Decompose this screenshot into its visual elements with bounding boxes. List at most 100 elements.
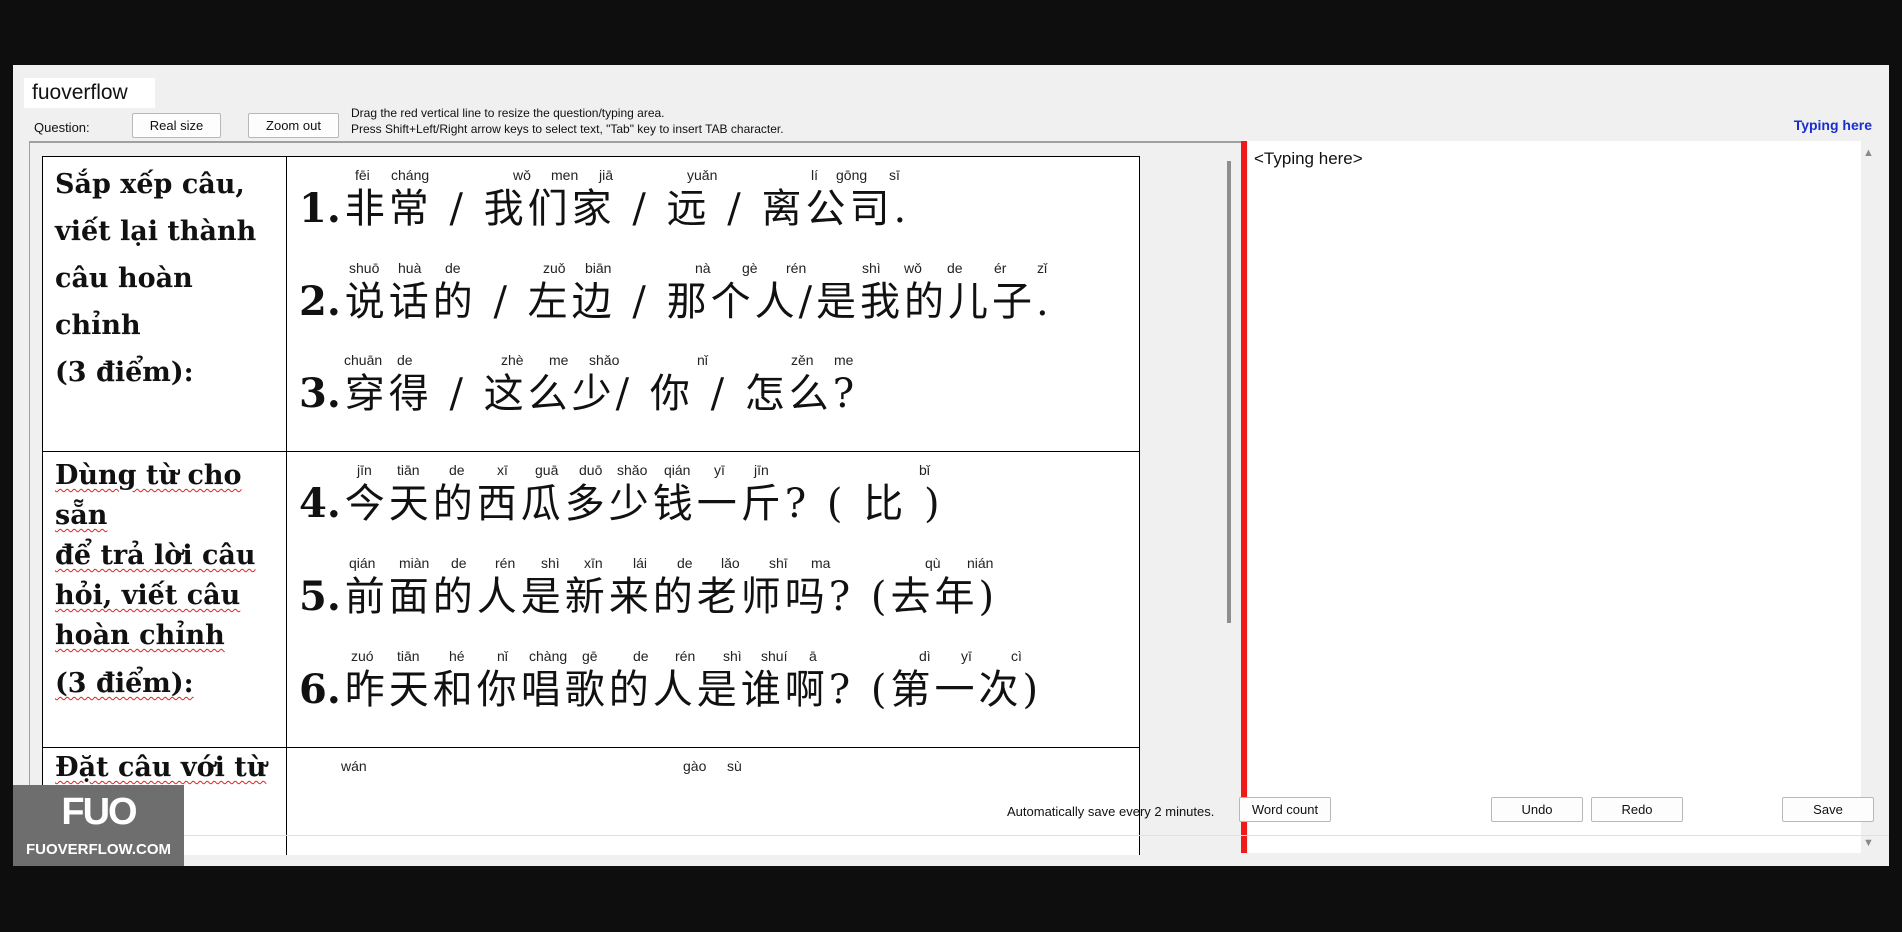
hanzi-line: 4. 今天的西瓜多少钱一斤? ( 比 ) — [299, 480, 944, 528]
hanzi-text: 说话的 / 左边 / 那个人/是我的儿子. — [344, 279, 1053, 325]
pinyin: duō — [579, 462, 603, 478]
pinyin: de — [451, 555, 467, 571]
question-item-4: jīn tiān de xī guā duō shǎo qián yī jīn … — [299, 462, 944, 528]
logo-text: FUOVERFLOW.COM — [26, 841, 171, 858]
pinyin: wǒ — [904, 260, 922, 276]
pinyin: shì — [862, 260, 881, 276]
pinyin-line: shuō huà de zuǒ biān nà gè rén shì wǒ de… — [299, 260, 1053, 278]
question-row-3: Đặt câu với từ wán gào sù — [43, 748, 1139, 855]
resize-hint: Drag the red vertical line to resize the… — [351, 105, 784, 137]
pinyin: qù — [925, 555, 941, 571]
pinyin: qián — [349, 555, 376, 571]
undo-button[interactable]: Undo — [1491, 797, 1583, 822]
pinyin: yuǎn — [687, 167, 718, 183]
typing-placeholder[interactable]: <Typing here> — [1254, 149, 1363, 169]
pinyin: nǐ — [697, 352, 708, 368]
pinyin: chuān — [344, 352, 383, 368]
pinyin: rén — [786, 260, 807, 276]
pinyin: zěn — [791, 352, 814, 368]
redo-button[interactable]: Redo — [1591, 797, 1683, 822]
exam-window: fuoverflow Question: Real size Zoom out … — [13, 65, 1889, 866]
pinyin: rén — [675, 648, 696, 664]
pinyin: fēi — [355, 167, 370, 183]
resize-divider[interactable] — [1241, 141, 1247, 853]
pinyin: qián — [664, 462, 691, 478]
item-number: 5. — [299, 573, 341, 620]
pinyin: sī — [889, 167, 900, 183]
pinyin-line: chuān de zhè me shǎo nǐ zěn me — [299, 352, 858, 370]
fuo-logo: FUO FUOVERFLOW.COM — [13, 785, 184, 866]
pinyin: bǐ — [919, 462, 930, 478]
question-scrollbar-thumb[interactable] — [1227, 161, 1231, 623]
pinyin: shì — [723, 648, 742, 664]
hint-line-2: Press Shift+Left/Right arrow keys to sel… — [351, 122, 784, 136]
pinyin: jīn — [754, 462, 769, 478]
pinyin: shǎo — [617, 462, 648, 478]
row-1-label-line: (3 điểm): — [55, 357, 194, 388]
pinyin: shī — [769, 555, 788, 571]
word-count-button[interactable]: Word count — [1239, 797, 1331, 822]
pinyin: wán — [341, 758, 367, 774]
pinyin: gōng — [836, 167, 868, 183]
hanzi-line: 3. 穿得 / 这么少/ 你 / 怎么? — [299, 370, 858, 418]
pinyin: yī — [714, 462, 725, 478]
item-number: 4. — [299, 480, 341, 527]
pinyin: me — [834, 352, 854, 368]
scroll-down-icon[interactable]: ▼ — [1863, 837, 1874, 849]
spellcheck-text: Dùng từ cho sẵn — [55, 460, 242, 531]
hanzi-line: 2. 说话的 / 左边 / 那个人/是我的儿子. — [299, 278, 1053, 326]
pinyin: chàng — [529, 648, 568, 664]
footer-divider — [13, 835, 1889, 836]
pinyin: xī — [497, 462, 508, 478]
row-2-label-line: để trả lời câu — [55, 536, 274, 576]
question-row-1: Sắp xếp câu, viết lại thành câu hoàn chỉ… — [43, 157, 1139, 452]
typing-area-title: Typing here — [1793, 117, 1872, 133]
pinyin-line: qián miàn de rén shì xīn lái de lǎo shī … — [299, 555, 998, 573]
scroll-up-icon[interactable]: ▲ — [1863, 147, 1874, 159]
row-1-label-line: câu hoàn chỉnh — [55, 263, 193, 341]
question-item-2: shuō huà de zuǒ biān nà gè rén shì wǒ de… — [299, 260, 1053, 326]
pinyin: zhè — [501, 352, 524, 368]
pinyin: lǎo — [721, 555, 740, 571]
pinyin: yī — [961, 648, 972, 664]
item-number: 6. — [299, 666, 341, 713]
question-label: Question: — [34, 120, 90, 135]
logo-mark: FUO — [61, 791, 137, 833]
pinyin: zuǒ — [543, 260, 566, 276]
pinyin: zǐ — [1037, 260, 1048, 276]
spellcheck-text: để trả lời câu — [55, 540, 256, 571]
pinyin: men — [551, 167, 579, 183]
zoom-out-button[interactable]: Zoom out — [248, 113, 339, 138]
typing-scrollbar[interactable]: ▲ ▼ — [1861, 141, 1876, 853]
pinyin: shì — [541, 555, 560, 571]
pinyin: cháng — [391, 167, 430, 183]
row-2-label-line: (3 điểm): — [55, 664, 274, 704]
pinyin: de — [947, 260, 963, 276]
pinyin: gào — [683, 758, 707, 774]
question-panel[interactable]: Sắp xếp câu, viết lại thành câu hoàn chỉ… — [29, 141, 1241, 855]
spellcheck-text: hỏi, viết câu — [55, 580, 241, 611]
pinyin: wǒ — [513, 167, 531, 183]
question-document: Sắp xếp câu, viết lại thành câu hoàn chỉ… — [42, 156, 1140, 855]
real-size-button[interactable]: Real size — [132, 113, 221, 138]
pinyin: guā — [535, 462, 559, 478]
hanzi-text: 穿得 / 这么少/ 你 / 怎么? — [344, 371, 859, 417]
pinyin: gè — [742, 260, 758, 276]
spellcheck-text: (3 điểm): — [55, 668, 194, 699]
pinyin: shuí — [761, 648, 788, 664]
save-button[interactable]: Save — [1782, 797, 1874, 822]
row-1-label: Sắp xếp câu, viết lại thành câu hoàn chỉ… — [43, 157, 287, 451]
row-1-label-line: viết lại thành — [55, 216, 257, 247]
pinyin-line: zuó tiān hé nǐ chàng gē de rén shì shuí … — [299, 648, 1042, 666]
hanzi-text: 前面的人是新来的老师吗? (去年) — [344, 574, 999, 620]
typing-area[interactable]: <Typing here> ▲ ▼ — [1248, 141, 1876, 853]
question-row-2: Dùng từ cho sẵn để trả lời câu hỏi, viết… — [43, 452, 1139, 748]
pinyin: cì — [1011, 648, 1022, 664]
pinyin: de — [397, 352, 413, 368]
pinyin: sù — [727, 758, 742, 774]
pinyin: jiā — [599, 167, 614, 183]
hanzi-text: 非常 / 我们家 / 远 / 离公司. — [344, 186, 911, 232]
autosave-notice: Automatically save every 2 minutes. — [1007, 804, 1215, 819]
pinyin: lí — [811, 167, 818, 183]
pinyin: gē — [582, 648, 598, 664]
